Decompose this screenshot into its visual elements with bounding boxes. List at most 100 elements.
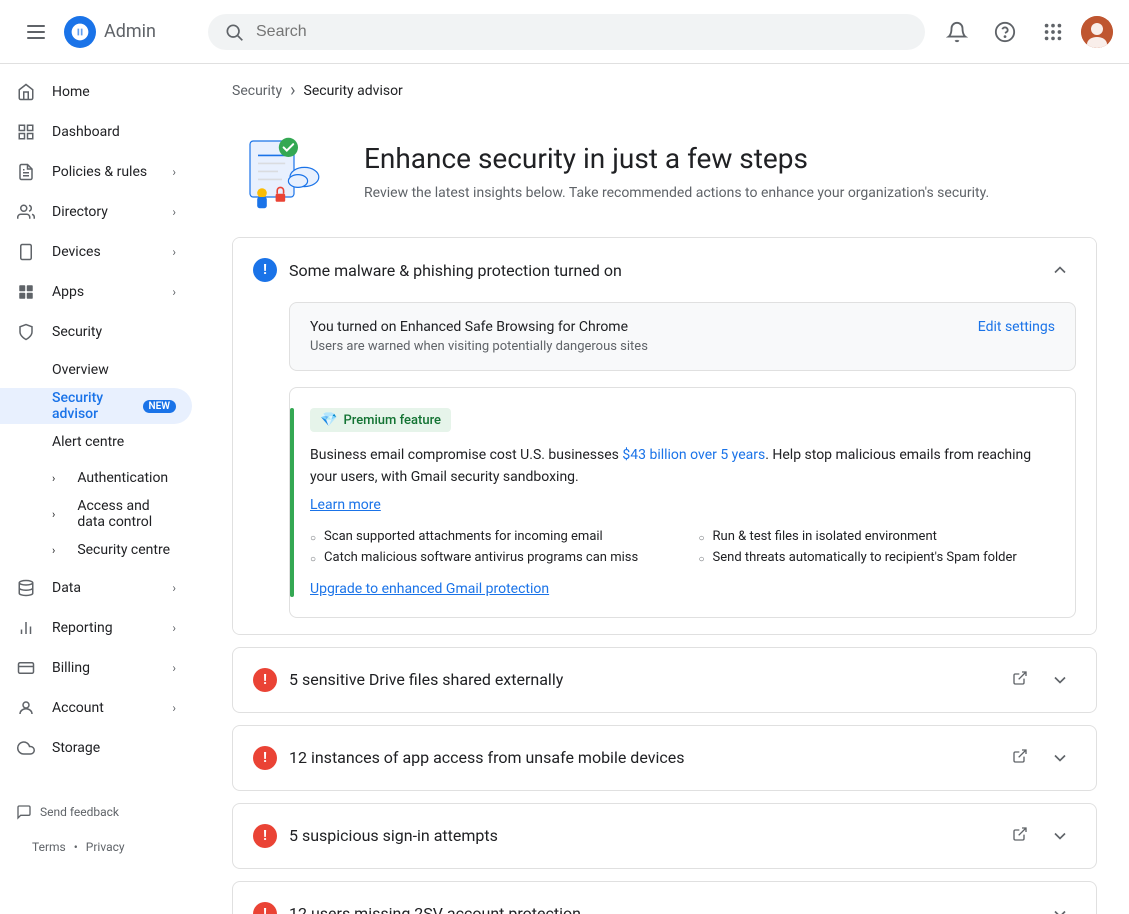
advisory-header-app-access[interactable]: ! 12 instances of app access from unsafe…	[233, 726, 1096, 790]
advisory-title-2sv: 12 users missing 2SV account protection	[289, 904, 1032, 914]
app-title: Admin	[104, 21, 156, 42]
reporting-chevron: ›	[172, 621, 176, 635]
sidebar-item-security-centre[interactable]: › Security centre	[0, 532, 192, 568]
safe-browsing-desc: Users are warned when visiting potential…	[310, 339, 648, 354]
sidebar-item-reporting-label: Reporting	[52, 620, 113, 636]
sidebar-item-policies[interactable]: Policies & rules ›	[0, 152, 192, 192]
sidebar-item-billing[interactable]: Billing ›	[0, 648, 192, 688]
advisory-item-drive: ! 5 sensitive Drive files shared externa…	[232, 647, 1097, 713]
sidebar-item-security-centre-label: Security centre	[77, 542, 170, 558]
apps-grid-button[interactable]	[1033, 12, 1073, 52]
premium-highlight[interactable]: $43 billion over 5 years	[622, 447, 765, 463]
hero-image	[232, 133, 332, 213]
sidebar-item-dashboard[interactable]: Dashboard	[0, 112, 192, 152]
topbar: Admin	[0, 0, 1129, 64]
premium-text: Business email compromise cost U.S. busi…	[310, 444, 1055, 489]
sidebar-item-policies-label: Policies & rules	[52, 164, 147, 180]
sidebar-item-apps[interactable]: Apps ›	[0, 272, 192, 312]
breadcrumb: Security › Security advisor	[200, 64, 1129, 117]
help-button[interactable]	[985, 12, 1025, 52]
sidebar-item-authentication[interactable]: › Authentication	[0, 460, 192, 496]
terms-row: Terms • Privacy	[16, 832, 184, 862]
diamond-icon: 💎	[320, 412, 337, 428]
sidebar-item-security-advisor[interactable]: Security advisor NEW	[0, 388, 192, 424]
sidebar-item-apps-label: Apps	[52, 284, 84, 300]
advisory-header-signin[interactable]: ! 5 suspicious sign-in attempts	[233, 804, 1096, 868]
advisory-item-malware: ! Some malware & phishing protection tur…	[232, 237, 1097, 635]
sidebar-item-access-data-label: Access and data control	[77, 498, 176, 530]
sidebar-item-reporting[interactable]: Reporting ›	[0, 608, 192, 648]
sidebar-item-directory[interactable]: Directory ›	[0, 192, 192, 232]
apps-icon	[16, 282, 36, 302]
content-area: Security › Security advisor	[200, 64, 1129, 914]
advisory-header-2sv[interactable]: ! 12 users missing 2SV account protectio…	[233, 882, 1096, 914]
search-icon	[224, 22, 244, 42]
edit-settings-link[interactable]: Edit settings	[978, 319, 1055, 335]
sidebar-item-storage-label: Storage	[52, 740, 100, 756]
google-logo	[64, 16, 96, 48]
warning-icon-red-drive: !	[253, 668, 277, 692]
advisory-title-drive: 5 sensitive Drive files shared externall…	[289, 670, 992, 689]
expand-button-signin[interactable]	[1044, 820, 1076, 852]
breadcrumb-current: Security advisor	[304, 83, 403, 99]
directory-icon	[16, 202, 36, 222]
warning-icon-red-2sv: !	[253, 902, 277, 914]
billing-chevron: ›	[172, 661, 176, 675]
sidebar-item-overview[interactable]: Overview	[0, 352, 192, 388]
feature-label-2: Catch malicious software antivirus progr…	[324, 550, 638, 565]
sidebar-item-storage[interactable]: Storage	[0, 728, 192, 768]
sidebar-item-home[interactable]: Home	[0, 72, 192, 112]
cloud-icon	[16, 738, 36, 758]
auth-chevron: ›	[52, 472, 55, 485]
hero-text: Enhance security in just a few steps Rev…	[364, 142, 989, 204]
expand-button-drive[interactable]	[1044, 664, 1076, 696]
bullet-2: ○	[310, 554, 316, 565]
terms-link[interactable]: Terms	[32, 840, 66, 854]
search-bar[interactable]	[208, 14, 925, 50]
learn-more-link[interactable]: Learn more	[310, 497, 1055, 513]
notifications-button[interactable]	[937, 12, 977, 52]
sidebar-item-devices[interactable]: Devices ›	[0, 232, 192, 272]
advisory-header-malware[interactable]: ! Some malware & phishing protection tur…	[233, 238, 1096, 302]
sidebar-item-directory-label: Directory	[52, 204, 108, 220]
feature-list: ○ Scan supported attachments for incomin…	[310, 529, 1055, 565]
dashboard-icon	[16, 122, 36, 142]
sidebar-item-access-data[interactable]: › Access and data control	[0, 496, 192, 532]
external-link-icon-signin	[1012, 826, 1028, 846]
sidebar: Home Dashboard Policies & rules › Direct…	[0, 64, 200, 914]
expand-button-app-access[interactable]	[1044, 742, 1076, 774]
warning-icon-blue: !	[253, 258, 277, 282]
new-badge: NEW	[143, 400, 177, 413]
sidebar-item-authentication-label: Authentication	[77, 470, 168, 486]
advisory-item-signin: ! 5 suspicious sign-in attempts	[232, 803, 1097, 869]
expand-button-2sv[interactable]	[1044, 898, 1076, 914]
warning-icon-red-signin: !	[253, 824, 277, 848]
advisory-header-drive[interactable]: ! 5 sensitive Drive files shared externa…	[233, 648, 1096, 712]
external-link-icon-app	[1012, 748, 1028, 768]
avatar[interactable]	[1081, 16, 1113, 48]
feature-label-1: Scan supported attachments for incoming …	[324, 529, 603, 544]
privacy-link[interactable]: Privacy	[86, 840, 125, 854]
upgrade-link[interactable]: Upgrade to enhanced Gmail protection	[310, 581, 549, 597]
menu-button[interactable]	[16, 12, 56, 52]
policies-chevron: ›	[172, 165, 176, 179]
sidebar-item-security[interactable]: Security	[0, 312, 192, 352]
feature-label-3: Run & test files in isolated environment	[713, 529, 937, 544]
sidebar-footer: Send feedback Terms • Privacy	[0, 792, 200, 862]
data-chevron: ›	[172, 581, 176, 595]
safe-browsing-card: You turned on Enhanced Safe Browsing for…	[289, 302, 1076, 371]
advisory-list: ! Some malware & phishing protection tur…	[200, 237, 1129, 914]
sidebar-item-data[interactable]: Data ›	[0, 568, 192, 608]
send-feedback-link[interactable]: Send feedback	[16, 792, 184, 832]
sidebar-item-dashboard-label: Dashboard	[52, 124, 120, 140]
breadcrumb-separator: ›	[290, 80, 295, 101]
advisory-body-malware: You turned on Enhanced Safe Browsing for…	[233, 302, 1096, 634]
feature-item-1: ○ Scan supported attachments for incomin…	[310, 529, 667, 544]
sidebar-item-alert-centre[interactable]: Alert centre	[0, 424, 192, 460]
search-input[interactable]	[256, 23, 909, 41]
hero-description: Review the latest insights below. Take r…	[364, 183, 989, 204]
access-chevron: ›	[52, 508, 55, 521]
breadcrumb-security[interactable]: Security	[232, 83, 282, 99]
sidebar-item-account[interactable]: Account ›	[0, 688, 192, 728]
collapse-button-malware[interactable]	[1044, 254, 1076, 286]
